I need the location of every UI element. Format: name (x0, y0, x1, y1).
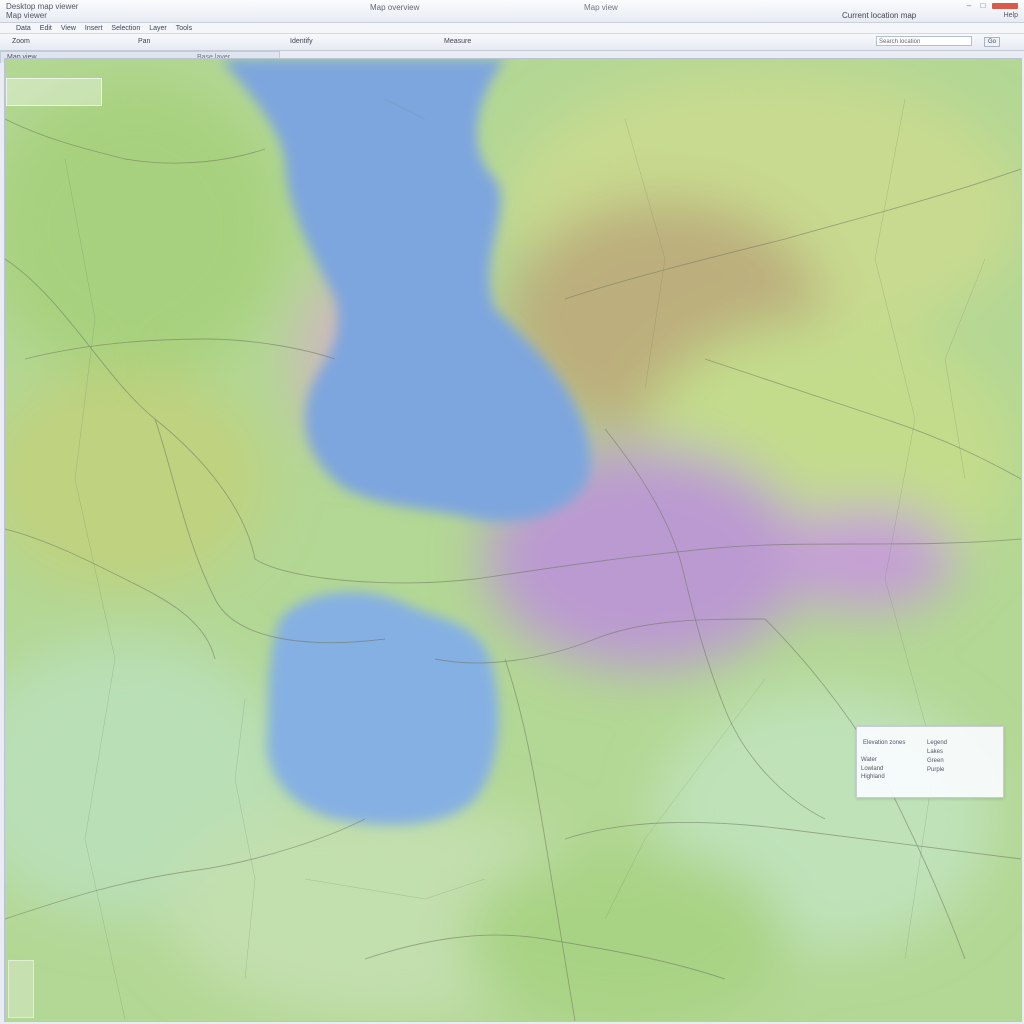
menu-item-selection[interactable]: Selection (111, 25, 140, 32)
search-input[interactable]: Search location (876, 36, 972, 46)
app-subtitle: Map viewer (6, 11, 47, 20)
legend-row-value: Purple (927, 767, 945, 773)
legend-row-label: Highland (861, 774, 885, 780)
map-canvas[interactable] (4, 58, 1022, 1022)
toolbar: Zoom Pan Identify Measure Search locatio… (0, 34, 1024, 51)
minimize-icon[interactable]: – (964, 2, 974, 10)
measure-tool-button[interactable]: Measure (444, 38, 471, 45)
identify-tool-button[interactable]: Identify (290, 38, 313, 45)
maximize-icon[interactable]: □ (978, 2, 988, 10)
menu-item-view[interactable]: View (61, 25, 76, 32)
menu-item-layer[interactable]: Layer (149, 25, 167, 32)
legend-title: Elevation zones (863, 740, 906, 746)
window-controls: – □ (964, 2, 1018, 10)
search-button[interactable]: Go (984, 37, 1000, 47)
menu-item-edit[interactable]: Edit (40, 25, 52, 32)
legend-row-value: Lakes (927, 749, 944, 755)
menu-item-tools[interactable]: Tools (176, 25, 192, 32)
map-svg[interactable] (5, 59, 1021, 1021)
legend-row-label: Lowland (861, 766, 884, 772)
terrain-layer (5, 69, 1021, 1021)
menu-bar: Data Edit View Insert Selection Layer To… (0, 23, 1024, 34)
menu-item-insert[interactable]: Insert (85, 25, 103, 32)
legend-row-label: Water (861, 757, 877, 763)
legend-panel: Elevation zones Legend Water Lakes Lowla… (856, 726, 1004, 798)
pan-tool-button[interactable]: Pan (138, 38, 150, 45)
account-label[interactable]: Current location map (842, 11, 916, 20)
legend-header-right: Legend (927, 740, 948, 746)
menu-item-data[interactable]: Data (16, 25, 31, 32)
title-bar: Desktop map viewer Map viewer Map overvi… (0, 0, 1024, 23)
legend-row-value: Green (927, 758, 944, 764)
document-title: Map overview (370, 3, 420, 12)
close-icon[interactable] (992, 3, 1018, 9)
app-title: Desktop map viewer (6, 2, 79, 11)
overview-inset[interactable] (6, 78, 102, 106)
menu-right-label[interactable]: Help (1004, 12, 1018, 19)
scale-bar (8, 960, 34, 1018)
zoom-tool-button[interactable]: Zoom (12, 38, 30, 45)
view-label: Map view (584, 3, 618, 12)
